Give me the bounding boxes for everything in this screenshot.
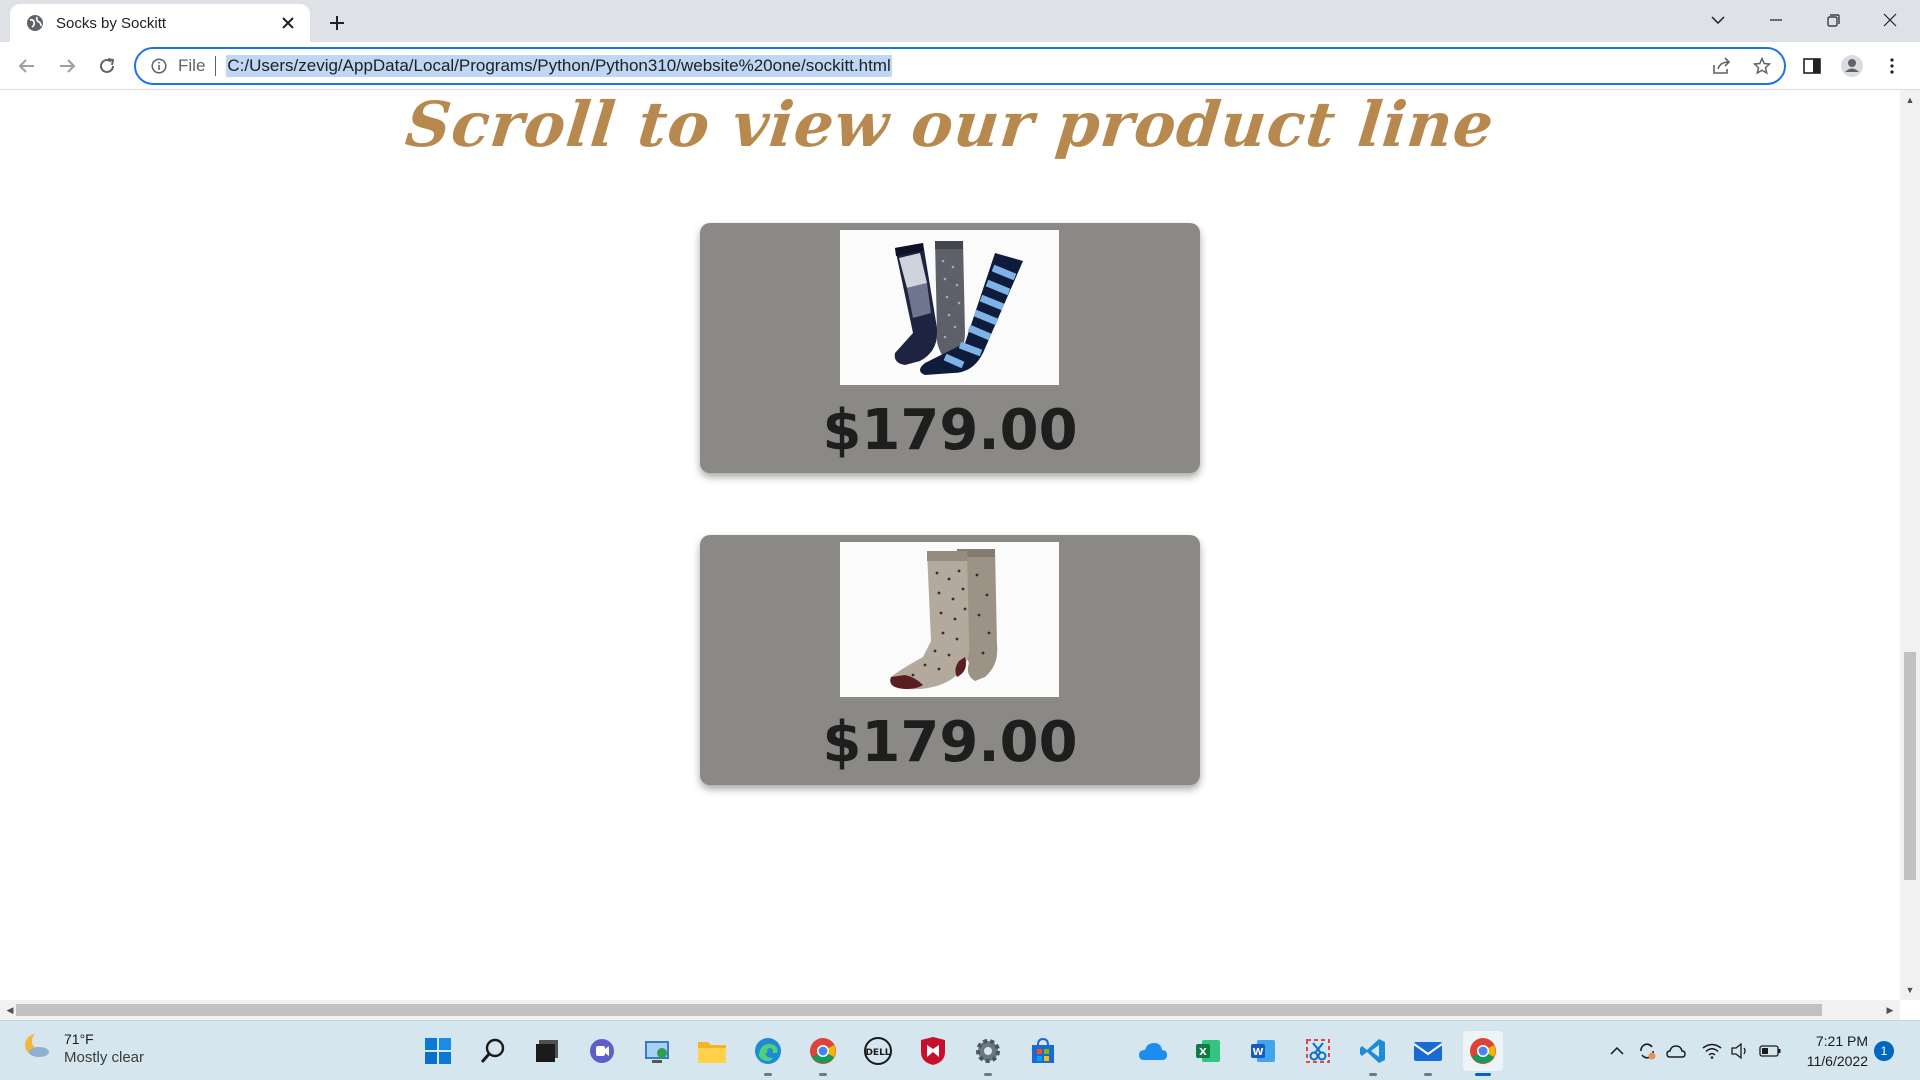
windows-taskbar: 71°F Mostly clear DELL X W 7:21 PM 11/6/… (0, 1020, 1920, 1080)
file-explorer-icon[interactable] (692, 1031, 732, 1071)
word-icon[interactable]: W (1243, 1031, 1283, 1071)
scroll-right-icon[interactable]: ▶ (1882, 1002, 1898, 1018)
chevron-up-icon[interactable] (1605, 1039, 1629, 1063)
globe-icon (26, 14, 44, 32)
bookmark-star-icon[interactable] (1746, 50, 1778, 82)
edge-browser-icon[interactable] (748, 1031, 788, 1076)
active-indicator (1475, 1073, 1491, 1076)
weather-temperature: 71°F (64, 1031, 94, 1047)
svg-text:W: W (1252, 1047, 1263, 1058)
running-indicator (764, 1073, 772, 1076)
settings-gear-icon[interactable] (968, 1031, 1008, 1076)
onedrive-icon[interactable] (1133, 1031, 1173, 1071)
page-heading: Scroll to view our product line (402, 90, 1498, 161)
chrome-active-icon[interactable] (1463, 1031, 1503, 1076)
address-bar[interactable]: File C:/Users/zevig/AppData/Local/Progra… (134, 47, 1786, 85)
wifi-icon[interactable] (1700, 1039, 1724, 1063)
argyle-striped-dot-socks-image (840, 230, 1059, 385)
horizontal-scroll-thumb[interactable] (16, 1004, 1822, 1016)
minimize-button[interactable] (1748, 0, 1804, 40)
close-window-button[interactable] (1862, 0, 1918, 40)
weather-condition: Mostly clear (64, 1049, 145, 1066)
teams-chat-icon[interactable] (582, 1031, 622, 1071)
product-price: $179.00 (822, 398, 1078, 463)
url-scheme-label: File (178, 56, 206, 75)
side-panel-icon[interactable] (1796, 50, 1828, 82)
product-price: $179.00 (822, 710, 1078, 775)
dell-icon[interactable]: DELL (858, 1031, 898, 1071)
url-text[interactable]: C:/Users/zevig/AppData/Local/Programs/Py… (226, 55, 892, 77)
notification-badge[interactable]: 1 (1874, 1041, 1894, 1061)
snipping-tool-icon[interactable] (1298, 1031, 1338, 1071)
tab-strip: Socks by Sockitt (0, 0, 1920, 42)
weather-widget[interactable]: 71°F Mostly clear (22, 1031, 144, 1066)
share-icon[interactable] (1706, 50, 1738, 82)
menu-kebab-icon[interactable] (1876, 50, 1908, 82)
running-indicator (819, 1073, 827, 1076)
page-viewport: Scroll to view our product line $179.00 … (0, 90, 1900, 1000)
polka-dot-socks-image (840, 542, 1059, 697)
back-button[interactable] (11, 50, 43, 82)
tab-title: Socks by Sockitt (56, 14, 167, 32)
running-indicator (1424, 1073, 1432, 1076)
profile-avatar-icon[interactable] (1836, 50, 1868, 82)
vertical-scrollbar[interactable]: ▲ ▼ (1900, 90, 1920, 1000)
control-panel-icon[interactable] (637, 1031, 677, 1071)
moon-cloud-icon (22, 1031, 52, 1066)
excel-icon[interactable]: X (1188, 1031, 1228, 1071)
microsoft-store-icon[interactable] (1023, 1031, 1063, 1071)
clock-date: 11/6/2022 (1806, 1053, 1868, 1069)
battery-icon[interactable] (1758, 1039, 1782, 1063)
scroll-down-icon[interactable]: ▼ (1902, 982, 1918, 998)
running-indicator (1369, 1073, 1377, 1076)
start-windows-icon[interactable] (418, 1031, 458, 1071)
info-icon[interactable] (150, 57, 168, 75)
browser-tab[interactable]: Socks by Sockitt (10, 4, 310, 42)
forward-button[interactable] (51, 50, 83, 82)
product-card[interactable]: $179.00 (700, 223, 1200, 473)
horizontal-scrollbar[interactable]: ◀ ▶ (0, 1000, 1900, 1020)
svg-text:DELL: DELL (865, 1048, 890, 1058)
cloud-icon[interactable] (1664, 1039, 1688, 1063)
url-divider (215, 56, 217, 76)
scroll-up-icon[interactable]: ▲ (1902, 92, 1918, 108)
reload-button[interactable] (91, 50, 123, 82)
new-tab-button[interactable] (322, 8, 352, 38)
vscode-icon[interactable] (1353, 1031, 1393, 1076)
svg-text:X: X (1199, 1047, 1207, 1058)
running-indicator (984, 1073, 992, 1076)
close-tab-icon[interactable] (278, 13, 298, 33)
clock-time: 7:21 PM (1815, 1033, 1868, 1049)
system-clock[interactable]: 7:21 PM 11/6/2022 (1792, 1031, 1868, 1071)
sync-icon[interactable] (1635, 1039, 1659, 1063)
volume-icon[interactable] (1728, 1039, 1752, 1063)
restore-button[interactable] (1805, 0, 1861, 40)
tab-search-icon[interactable] (1690, 0, 1746, 40)
mcafee-icon[interactable] (913, 1031, 953, 1071)
mail-icon[interactable] (1408, 1031, 1448, 1076)
search-icon[interactable] (473, 1031, 513, 1071)
task-view-icon[interactable] (527, 1031, 567, 1071)
vertical-scroll-thumb[interactable] (1904, 652, 1916, 880)
chrome-icon[interactable] (803, 1031, 843, 1076)
product-card[interactable]: $179.00 (700, 535, 1200, 785)
browser-toolbar: File C:/Users/zevig/AppData/Local/Progra… (0, 42, 1920, 90)
